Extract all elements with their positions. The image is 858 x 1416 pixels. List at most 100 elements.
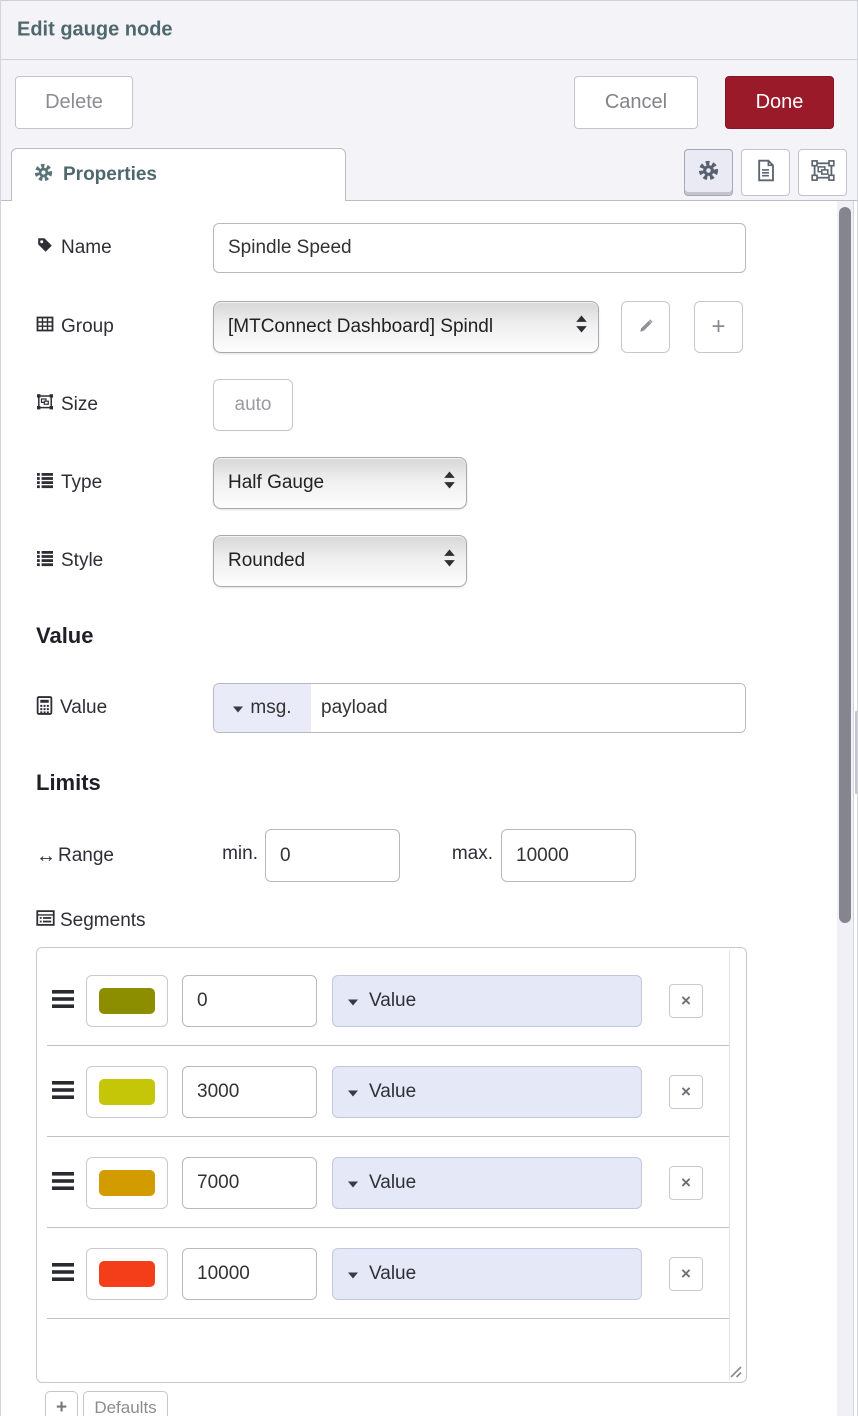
close-icon: × (681, 1264, 691, 1284)
caret-down-icon (233, 697, 243, 719)
segment-mode-dropdown[interactable]: Value (332, 975, 642, 1027)
segments-editable-list: Value × Value × (36, 947, 747, 1383)
object-group-icon (811, 159, 835, 187)
typed-input-type-button[interactable]: msg. (214, 684, 311, 732)
description-view-button[interactable] (741, 149, 790, 196)
range-min-input[interactable] (265, 829, 400, 882)
min-label: min. (206, 843, 258, 865)
object-group-icon (36, 393, 54, 417)
segment-row: Value × (37, 1228, 746, 1319)
pencil-icon (637, 317, 655, 338)
style-select[interactable]: Rounded (213, 535, 467, 587)
gear-icon (698, 160, 719, 186)
list-icon (36, 471, 54, 495)
name-label: Name (36, 235, 112, 261)
edit-group-button[interactable] (621, 301, 670, 353)
max-label: max. (438, 843, 493, 865)
segment-color-swatch (99, 1170, 155, 1196)
remove-segment-button[interactable]: × (669, 984, 703, 1018)
close-icon: × (681, 991, 691, 1011)
drag-handle-icon[interactable] (52, 1172, 74, 1194)
segment-value-input[interactable] (182, 1157, 317, 1209)
caret-down-icon (348, 990, 358, 1012)
divider (853, 201, 854, 1416)
group-label: Group (36, 314, 114, 340)
divider (729, 950, 730, 1380)
range-label: ↔ Range (36, 843, 114, 869)
segment-mode-label: Value (369, 1172, 416, 1194)
value-label: Value (36, 695, 107, 721)
segment-color-button[interactable] (86, 1066, 168, 1118)
segment-value-input[interactable] (182, 975, 317, 1027)
segments-label: Segments (36, 908, 146, 934)
drag-handle-icon[interactable] (52, 1263, 74, 1285)
close-icon: × (681, 1082, 691, 1102)
resize-grip[interactable] (727, 1363, 743, 1379)
style-label: Style (36, 548, 103, 574)
segment-color-swatch (99, 1261, 155, 1287)
value-typed-input: msg. (213, 683, 746, 733)
remove-segment-button[interactable]: × (669, 1075, 703, 1109)
remove-segment-button[interactable]: × (669, 1166, 703, 1200)
add-group-button[interactable]: + (694, 301, 743, 353)
group-select-value: [MTConnect Dashboard] Spindl (228, 316, 564, 338)
tab-properties[interactable]: Properties (11, 148, 346, 201)
tag-icon (36, 236, 54, 260)
done-button[interactable]: Done (725, 76, 834, 129)
delete-button[interactable]: Delete (15, 76, 133, 129)
appearance-view-button[interactable] (798, 149, 847, 196)
select-arrows-icon (444, 550, 455, 573)
edit-gauge-node-dialog: Edit gauge node Delete Cancel Done Prope… (0, 0, 858, 1416)
size-auto-button[interactable]: auto (213, 379, 293, 431)
segments-list: Value × Value × (37, 955, 746, 1319)
segment-color-button[interactable] (86, 1157, 168, 1209)
segment-color-swatch (99, 1079, 155, 1105)
limits-section-heading: Limits (36, 770, 101, 796)
segment-mode-dropdown[interactable]: Value (332, 1248, 642, 1300)
dialog-title: Edit gauge node (17, 19, 173, 42)
type-select[interactable]: Half Gauge (213, 457, 467, 509)
properties-view-button[interactable] (684, 149, 733, 196)
caret-down-icon (348, 1263, 358, 1285)
caret-down-icon (348, 1172, 358, 1194)
caret-down-icon (348, 1081, 358, 1103)
select-arrows-icon (444, 472, 455, 495)
value-section-heading: Value (36, 623, 93, 649)
range-max-input[interactable] (501, 829, 636, 882)
segment-value-input[interactable] (182, 1066, 317, 1118)
size-label: Size (36, 392, 98, 418)
list-alt-icon (36, 909, 55, 933)
remove-segment-button[interactable]: × (669, 1257, 703, 1291)
segment-mode-label: Value (369, 1263, 416, 1285)
segment-mode-dropdown[interactable]: Value (332, 1157, 642, 1209)
calculator-icon (36, 696, 53, 721)
value-input[interactable] (311, 684, 745, 732)
tab-strip: Properties (1, 145, 857, 201)
drag-handle-icon[interactable] (52, 1081, 74, 1103)
scrollbar-thumb[interactable] (839, 207, 851, 923)
tab-properties-label: Properties (63, 164, 157, 186)
segment-row: Value × (37, 1046, 746, 1137)
segment-row: Value × (37, 955, 746, 1046)
type-select-value: Half Gauge (228, 472, 432, 494)
list-icon (36, 549, 54, 573)
segment-mode-dropdown[interactable]: Value (332, 1066, 642, 1118)
close-icon: × (681, 1173, 691, 1193)
group-select[interactable]: [MTConnect Dashboard] Spindl (213, 301, 599, 353)
add-segment-button[interactable]: + (45, 1391, 78, 1416)
drag-handle-icon[interactable] (52, 990, 74, 1012)
segment-color-button[interactable] (86, 1248, 168, 1300)
cancel-button[interactable]: Cancel (574, 76, 698, 129)
type-label: Type (36, 470, 102, 496)
dialog-header: Edit gauge node (1, 1, 857, 60)
typed-input-prefix-label: msg. (250, 697, 291, 719)
defaults-button[interactable]: Defaults (83, 1391, 168, 1416)
segment-mode-label: Value (369, 1081, 416, 1103)
document-icon (755, 159, 776, 187)
style-select-value: Rounded (228, 550, 432, 572)
segment-value-input[interactable] (182, 1248, 317, 1300)
segment-color-swatch (99, 988, 155, 1014)
name-input[interactable] (213, 223, 746, 273)
segment-color-button[interactable] (86, 975, 168, 1027)
segment-row: Value × (37, 1137, 746, 1228)
